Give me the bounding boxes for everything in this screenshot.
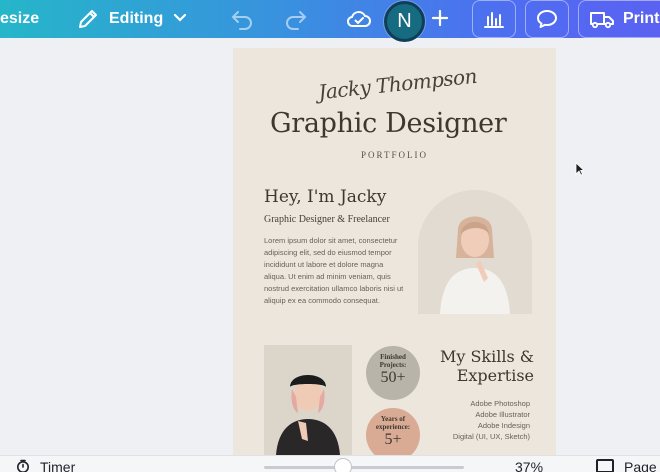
stat-projects-value: 50+ [380,369,406,386]
user-avatar[interactable]: N [384,1,425,42]
comment-icon [537,10,557,28]
skill-item: Adobe Illustrator [475,410,530,419]
cloud-saved-icon[interactable] [346,7,372,31]
top-toolbar: esize Editing N Print [0,0,660,42]
stat-experience-label: Years of experience: [375,415,411,431]
skills-list[interactable]: Adobe Photoshop Adobe Illustrator Adobe … [430,398,530,442]
zoom-slider-thumb[interactable] [334,458,352,472]
zoom-level[interactable]: 37% [515,459,543,472]
headline-text[interactable]: Graphic Designer [270,108,530,139]
add-collaborator-icon[interactable] [428,6,452,30]
zoom-slider-track[interactable] [264,466,464,469]
truck-icon [590,12,614,29]
editing-mode-button[interactable]: Editing [109,10,163,28]
portrait-square-photo[interactable] [264,345,352,455]
portrait-arch-photo[interactable] [418,190,532,314]
redo-icon[interactable] [284,8,308,30]
insights-button[interactable] [472,0,516,38]
print-label: Print [623,10,660,27]
stat-experience-value: 5+ [384,431,402,448]
woman-with-cap-illustration [264,345,352,455]
skill-item: Adobe Photoshop [470,399,530,408]
about-paragraph[interactable]: Lorem ipsum dolor sit amet, consectetur … [264,235,406,307]
stat-experience-badge[interactable]: Years of experience: 5+ [366,408,420,462]
mouse-cursor-icon [575,162,585,176]
comment-button[interactable] [525,0,569,38]
role-subtitle[interactable]: Graphic Designer & Freelancer [264,214,390,225]
portfolio-tagline[interactable]: PORTFOLIO [233,150,556,160]
avatar-initial: N [397,10,412,32]
resize-button[interactable]: esize [0,10,39,28]
pages-icon[interactable] [596,459,614,472]
pencil-icon[interactable] [76,7,100,31]
timer-button[interactable]: Timer [40,459,75,472]
pages-button[interactable]: Page [624,459,657,472]
stat-projects-badge[interactable]: Finished Projects: 50+ [366,346,420,400]
skills-heading[interactable]: My Skills & Expertise [438,347,534,385]
timer-icon[interactable] [16,459,30,472]
bottom-status-bar [0,455,660,472]
skill-item: Adobe Indesign [477,421,530,430]
undo-icon[interactable] [230,8,254,30]
print-button[interactable]: Print [578,0,660,38]
bar-chart-icon [484,12,504,28]
greeting-heading[interactable]: Hey, I'm Jacky [264,187,386,207]
skill-item: Digital (UI, UX, Sketch) [452,432,530,441]
stat-projects-label: Finished Projects: [379,353,407,369]
chevron-down-icon[interactable] [172,10,188,26]
woman-portrait-illustration [418,190,532,314]
